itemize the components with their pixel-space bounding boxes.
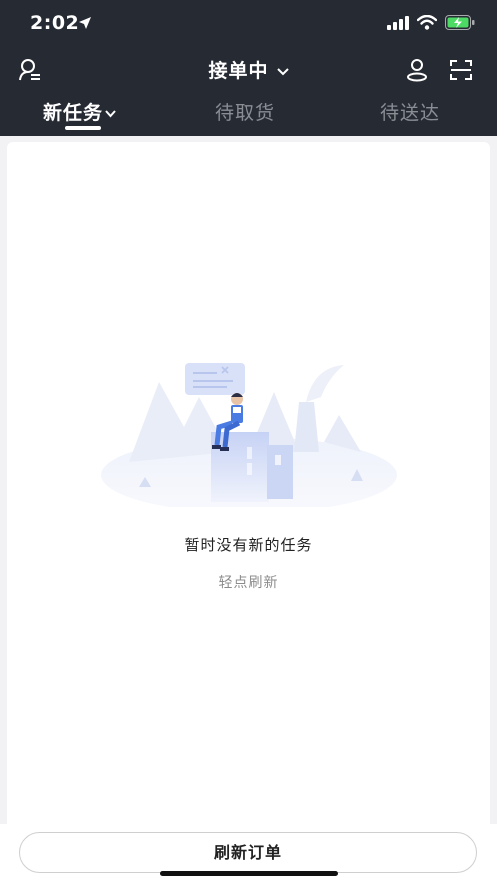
tab-new-tasks[interactable]: 新任务 bbox=[43, 98, 116, 125]
tab-pending-delivery[interactable]: 待送达 bbox=[380, 98, 440, 125]
refresh-orders-button[interactable]: 刷新订单 bbox=[19, 832, 477, 873]
tab-pending-pickup[interactable]: 待取货 bbox=[215, 98, 275, 125]
page-title: 接单中 bbox=[208, 60, 269, 82]
chevron-down-icon bbox=[105, 109, 116, 117]
battery-charging-icon bbox=[445, 15, 475, 30]
chevron-down-icon bbox=[276, 67, 289, 75]
task-tabs: 新任务 待取货 待送达 bbox=[0, 92, 497, 136]
task-list-card[interactable]: 暂时没有新的任务 轻点刷新 bbox=[7, 142, 490, 832]
empty-message: 暂时没有新的任务 bbox=[184, 536, 313, 554]
wifi-icon bbox=[417, 15, 437, 30]
scan-icon[interactable] bbox=[449, 58, 473, 82]
status-bar: 2:02 bbox=[0, 0, 497, 48]
empty-state-illustration bbox=[101, 363, 397, 507]
active-tab-indicator bbox=[65, 126, 101, 130]
home-indicator bbox=[160, 871, 338, 876]
top-bar: 接单中 bbox=[0, 50, 497, 90]
status-time: 2:02 bbox=[30, 12, 80, 34]
tab-label: 待取货 bbox=[215, 102, 276, 124]
bottom-bar: 刷新订单 bbox=[0, 824, 497, 883]
tab-label: 待送达 bbox=[380, 102, 441, 124]
app-header: 2:02 接单中 新任务 待取货 待送达 bbox=[0, 0, 497, 136]
signal-icon bbox=[387, 15, 409, 30]
location-arrow-icon bbox=[79, 17, 91, 29]
status-right bbox=[387, 15, 475, 30]
location-pin-icon[interactable] bbox=[405, 58, 429, 82]
tap-to-refresh-link[interactable]: 轻点刷新 bbox=[7, 572, 490, 592]
tab-label: 新任务 bbox=[43, 102, 104, 124]
